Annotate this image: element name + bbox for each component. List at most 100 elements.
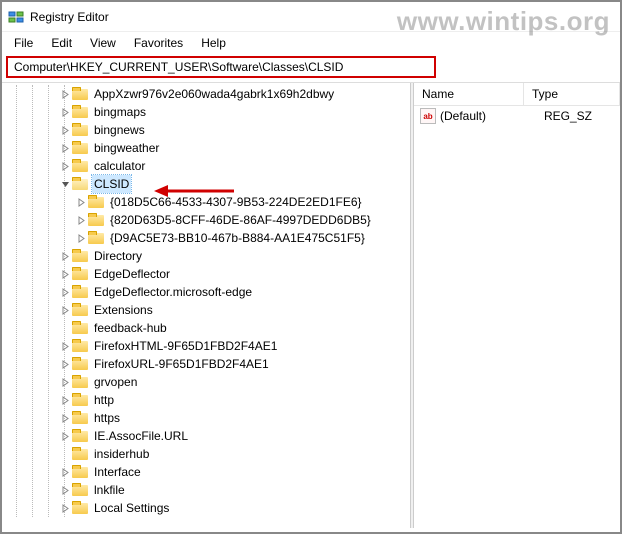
- values-header: Name Type: [414, 83, 620, 106]
- tree-item-label: FirefoxHTML-9F65D1FBD2F4AE1: [92, 337, 279, 355]
- tree-pane[interactable]: AppXzwr976v2e060wada4gabrk1x69h2dbwybing…: [2, 83, 410, 528]
- folder-icon: [72, 267, 88, 281]
- chevron-right-icon[interactable]: [58, 357, 72, 371]
- tree-item-label: http: [92, 391, 116, 409]
- chevron-right-icon[interactable]: [58, 375, 72, 389]
- folder-icon: [72, 105, 88, 119]
- chevron-right-icon[interactable]: [74, 231, 88, 245]
- tree-item-label: calculator: [92, 157, 147, 175]
- tree-item-label: Directory: [92, 247, 144, 265]
- chevron-right-icon[interactable]: [58, 411, 72, 425]
- folder-icon: [72, 303, 88, 317]
- tree-item[interactable]: grvopen: [2, 373, 410, 391]
- menu-favorites[interactable]: Favorites: [126, 34, 191, 52]
- tree-item[interactable]: bingnews: [2, 121, 410, 139]
- chevron-right-icon[interactable]: [58, 249, 72, 263]
- chevron-right-icon[interactable]: [58, 267, 72, 281]
- tree-item-label: insiderhub: [92, 445, 151, 463]
- tree-item-label: CLSID: [92, 175, 131, 193]
- tree-item[interactable]: bingmaps: [2, 103, 410, 121]
- folder-icon: [72, 483, 88, 497]
- chevron-right-icon[interactable]: [58, 141, 72, 155]
- folder-icon: [72, 177, 88, 191]
- tree-item[interactable]: AppXzwr976v2e060wada4gabrk1x69h2dbwy: [2, 85, 410, 103]
- folder-icon: [88, 213, 104, 227]
- tree-item[interactable]: IE.AssocFile.URL: [2, 427, 410, 445]
- tree-item[interactable]: {018D5C66-4533-4307-9B53-224DE2ED1FE6}: [2, 193, 410, 211]
- folder-icon: [72, 501, 88, 515]
- menubar: File Edit View Favorites Help: [2, 32, 620, 54]
- tree-item-label: bingnews: [92, 121, 147, 139]
- menu-help[interactable]: Help: [193, 34, 234, 52]
- chevron-right-icon[interactable]: [58, 465, 72, 479]
- address-bar[interactable]: Computer\HKEY_CURRENT_USER\Software\Clas…: [6, 56, 436, 78]
- tree-item-label: bingmaps: [92, 103, 148, 121]
- tree-item[interactable]: Directory: [2, 247, 410, 265]
- tree-item-label: AppXzwr976v2e060wada4gabrk1x69h2dbwy: [92, 85, 336, 103]
- tree-item[interactable]: FirefoxHTML-9F65D1FBD2F4AE1: [2, 337, 410, 355]
- folder-icon: [72, 465, 88, 479]
- chevron-right-icon[interactable]: [58, 393, 72, 407]
- address-text: Computer\HKEY_CURRENT_USER\Software\Clas…: [14, 59, 343, 75]
- chevron-right-icon[interactable]: [58, 429, 72, 443]
- tree-item-label: Interface: [92, 463, 143, 481]
- chevron-right-icon[interactable]: [74, 213, 88, 227]
- folder-icon: [72, 285, 88, 299]
- tree-item[interactable]: FirefoxURL-9F65D1FBD2F4AE1: [2, 355, 410, 373]
- value-row[interactable]: ab (Default) REG_SZ: [414, 106, 620, 126]
- values-pane[interactable]: Name Type ab (Default) REG_SZ: [414, 83, 620, 528]
- tree-item[interactable]: Extensions: [2, 301, 410, 319]
- chevron-down-icon[interactable]: [58, 177, 72, 191]
- tree-item-label: EdgeDeflector.microsoft-edge: [92, 283, 254, 301]
- chevron-right-icon[interactable]: [58, 105, 72, 119]
- tree-item[interactable]: CLSID: [2, 175, 410, 193]
- chevron-right-icon[interactable]: [58, 123, 72, 137]
- tree-item[interactable]: {820D63D5-8CFF-46DE-86AF-4997DEDD6DB5}: [2, 211, 410, 229]
- folder-icon: [72, 159, 88, 173]
- column-type[interactable]: Type: [524, 83, 620, 105]
- tree-item-label: {018D5C66-4533-4307-9B53-224DE2ED1FE6}: [108, 193, 364, 211]
- titlebar: Registry Editor: [2, 2, 620, 32]
- tree-item[interactable]: https: [2, 409, 410, 427]
- menu-view[interactable]: View: [82, 34, 124, 52]
- tree-item-label: FirefoxURL-9F65D1FBD2F4AE1: [92, 355, 271, 373]
- tree-item[interactable]: EdgeDeflector: [2, 265, 410, 283]
- folder-icon: [72, 87, 88, 101]
- tree-item[interactable]: http: [2, 391, 410, 409]
- folder-icon: [72, 249, 88, 263]
- chevron-right-icon[interactable]: [58, 303, 72, 317]
- chevron-right-icon: [58, 447, 72, 461]
- folder-icon: [72, 321, 88, 335]
- menu-edit[interactable]: Edit: [43, 34, 80, 52]
- chevron-right-icon[interactable]: [58, 159, 72, 173]
- folder-icon: [88, 231, 104, 245]
- folder-icon: [72, 411, 88, 425]
- tree-item[interactable]: Local Settings: [2, 499, 410, 517]
- chevron-right-icon: [58, 321, 72, 335]
- chevron-right-icon[interactable]: [58, 483, 72, 497]
- menu-file[interactable]: File: [6, 34, 41, 52]
- tree-item[interactable]: feedback-hub: [2, 319, 410, 337]
- tree-item[interactable]: {D9AC5E73-BB10-467b-B884-AA1E475C51F5}: [2, 229, 410, 247]
- tree-item[interactable]: EdgeDeflector.microsoft-edge: [2, 283, 410, 301]
- tree-item[interactable]: bingweather: [2, 139, 410, 157]
- tree-item[interactable]: lnkfile: [2, 481, 410, 499]
- tree-item-label: IE.AssocFile.URL: [92, 427, 190, 445]
- tree-item-label: Extensions: [92, 301, 155, 319]
- tree-item[interactable]: insiderhub: [2, 445, 410, 463]
- string-value-icon: ab: [420, 108, 436, 124]
- chevron-right-icon[interactable]: [58, 501, 72, 515]
- column-name[interactable]: Name: [414, 83, 524, 105]
- folder-icon: [72, 357, 88, 371]
- value-name: (Default): [440, 109, 544, 123]
- folder-icon: [72, 429, 88, 443]
- chevron-right-icon[interactable]: [74, 195, 88, 209]
- tree-item[interactable]: calculator: [2, 157, 410, 175]
- chevron-right-icon[interactable]: [58, 87, 72, 101]
- chevron-right-icon[interactable]: [58, 339, 72, 353]
- folder-icon: [72, 375, 88, 389]
- chevron-right-icon[interactable]: [58, 285, 72, 299]
- tree-item[interactable]: Interface: [2, 463, 410, 481]
- folder-icon: [72, 447, 88, 461]
- folder-icon: [88, 195, 104, 209]
